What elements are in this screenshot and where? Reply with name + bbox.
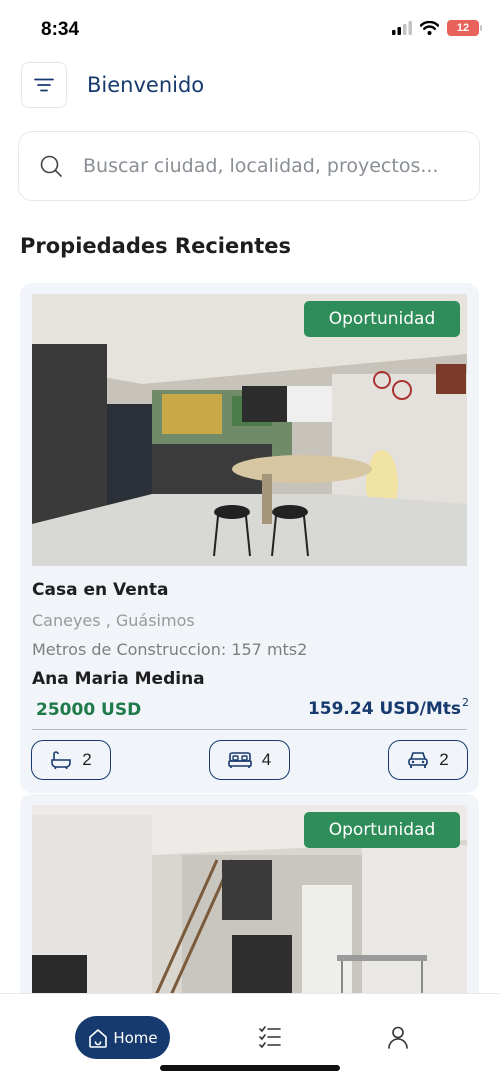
header: Bienvenido [21,62,478,108]
nav-home-button[interactable]: Home [75,1016,170,1059]
property-photo[interactable]: Oportunidad [32,294,467,566]
nav-checklist-button[interactable] [258,1026,282,1053]
battery-level: 12 [456,22,470,34]
checklist-icon [259,1026,281,1049]
nav-home-label: Home [113,1028,158,1047]
price-per-m2-exponent: 2 [462,696,469,709]
card-divider [32,729,467,730]
status-bar: 8:34 12 [0,0,499,56]
price-per-m2: 159.24 USD/Mts2 [307,696,469,719]
property-construction: Metros de Construccion: 157 mts2 [32,640,308,659]
parking-count: 2 [439,750,449,769]
search-placeholder: Buscar ciudad, localidad, proyectos... [83,155,439,177]
bathrooms-chip[interactable]: 2 [31,740,111,780]
signal-icon [392,21,412,35]
search-input[interactable]: Buscar ciudad, localidad, proyectos... [18,131,480,201]
property-title: Casa en Venta [32,580,169,600]
section-title: Propiedades Recientes [20,234,291,258]
property-card[interactable]: Oportunidad Casa en Venta Caneyes , Guás… [20,283,479,793]
bedrooms-chip[interactable]: 4 [209,740,290,780]
price-per-m2-value: 159.24 USD/Mts [307,699,461,719]
user-icon [388,1026,408,1049]
bottom-nav: Home [0,993,499,1080]
agent-name: Ana Maria Medina [32,669,205,689]
search-icon [40,155,62,177]
battery-icon: 12 [447,20,482,36]
bedrooms-count: 4 [261,750,272,769]
opportunity-badge: Oportunidad [304,812,460,848]
status-icons: 12 [392,20,482,36]
bathrooms-count: 2 [82,750,92,769]
parking-chip[interactable]: 2 [388,740,468,780]
property-location: Caneyes , Guásimos [32,611,195,630]
bathtub-icon [51,751,72,769]
bed-icon [227,752,252,768]
filter-icon [34,78,54,92]
home-icon [89,1028,108,1048]
nav-profile-button[interactable] [386,1025,410,1054]
car-icon [408,752,429,768]
wifi-icon [420,21,439,35]
home-indicator [160,1065,340,1071]
status-time: 8:34 [41,19,80,40]
property-price: 25000 USD [36,700,142,720]
page-title: Bienvenido [87,73,205,97]
property-card[interactable]: Oportunidad [20,794,479,1004]
filter-menu-button[interactable] [21,62,67,108]
property-photo[interactable]: Oportunidad [32,805,467,1004]
opportunity-badge: Oportunidad [304,301,460,337]
